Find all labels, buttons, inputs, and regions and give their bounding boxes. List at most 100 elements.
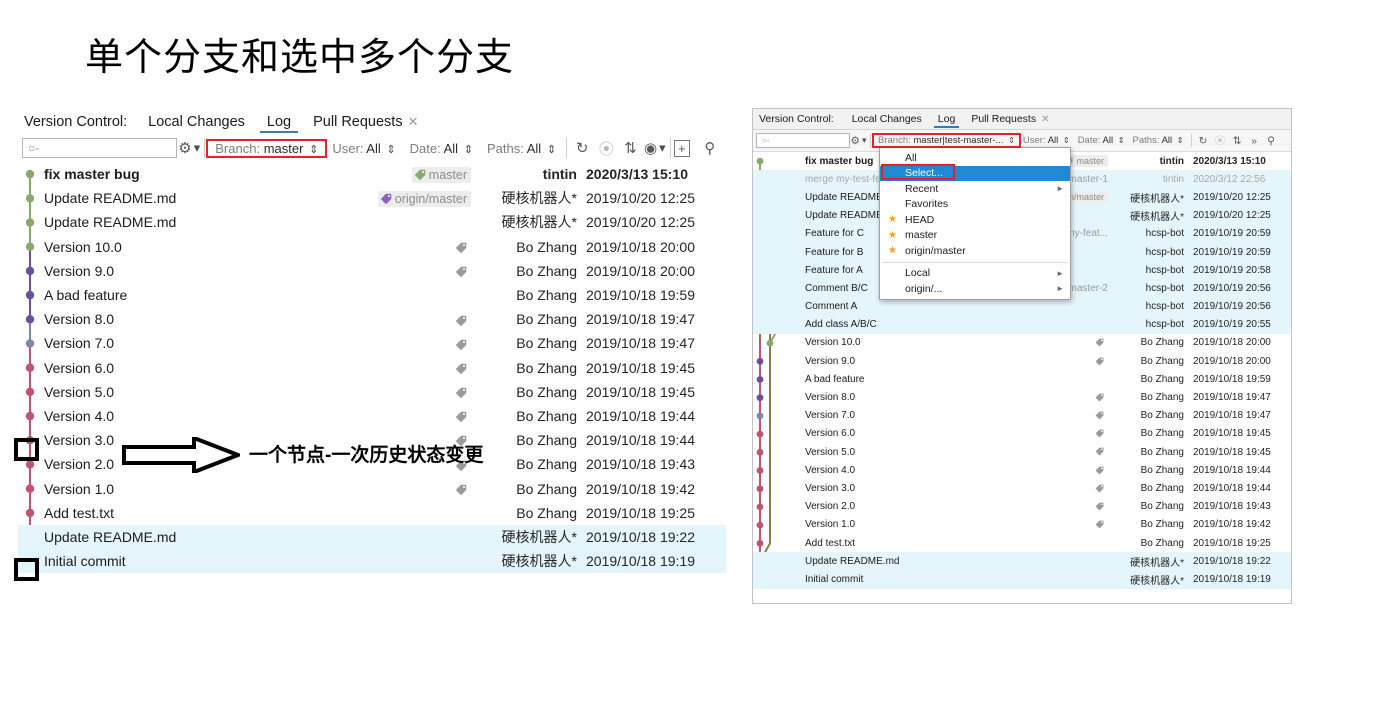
sort-arrows-icon[interactable]: ⇅ (618, 136, 642, 160)
chevron-updown-icon: ⇕ (1176, 136, 1184, 145)
commit-date: 2019/10/18 19:47 (1193, 410, 1271, 422)
search-icon[interactable]: ⚲ (698, 136, 722, 160)
table-row[interactable]: Version 8.0 Bo Zhang 2019/10/18 19:47 (753, 388, 1291, 406)
table-row[interactable]: Version 10.0 Bo Zhang 2019/10/18 20:00 (18, 235, 726, 259)
commit-subject: Comment A (805, 301, 858, 313)
menu-item-origin[interactable]: origin/... ► (880, 281, 1070, 297)
branch-filter-dropdown[interactable]: All Select... Recent ► Favorites ★ HEAD ★ master… (879, 147, 1071, 300)
refresh-icon[interactable]: ↻ (570, 136, 594, 160)
table-row[interactable]: Version 9.0 Bo Zhang 2019/10/18 20:00 (18, 259, 726, 283)
table-row[interactable]: Version 5.0 Bo Zhang 2019/10/18 19:45 (753, 443, 1291, 461)
branch-ref-tag: origin/master (377, 191, 471, 208)
table-row[interactable]: Add test.txt Bo Zhang 2019/10/18 19:25 (18, 501, 726, 525)
branch-filter[interactable]: Branch: master ⇕ (206, 138, 328, 158)
graph-cell (18, 210, 40, 234)
menu-item-head[interactable]: ★ HEAD (880, 212, 1070, 228)
menu-item-favorites[interactable]: Favorites (880, 197, 1070, 213)
chevrons-icon[interactable]: » (1246, 133, 1263, 149)
gear-icon[interactable]: ⚙ ▾ (850, 133, 867, 149)
table-row[interactable]: Version 5.0 Bo Zhang 2019/10/18 19:45 (18, 380, 726, 404)
tab-pull-requests[interactable]: Pull Requests ✕ (302, 111, 429, 133)
new-tab-icon[interactable]: + (673, 139, 690, 157)
menu-item-master[interactable]: ★ master (880, 228, 1070, 244)
paths-filter[interactable]: Paths: All ⇕ (480, 141, 563, 156)
tab-pull-requests[interactable]: Pull Requests ✕ (963, 110, 1057, 129)
table-row[interactable]: Update README.md origin/master 硬核机器人* 2019/… (18, 186, 726, 210)
menu-item-local[interactable]: Local ► (880, 266, 1070, 282)
table-row[interactable]: Comment A hcsp-bot 2019/10/19 20:56 (753, 297, 1291, 316)
close-icon[interactable]: ✕ (408, 114, 419, 129)
commit-refs (321, 408, 471, 424)
menu-item-select[interactable]: Select... (880, 165, 1070, 181)
graph-cell (753, 352, 801, 370)
date-filter[interactable]: Date: All ⇕ (1074, 135, 1129, 146)
table-row[interactable]: A bad feature Bo Zhang 2019/10/18 19:59 (753, 370, 1291, 388)
commit-author: hcsp-bot (1145, 319, 1184, 331)
table-row[interactable]: A bad feature Bo Zhang 2019/10/18 19:59 (18, 283, 726, 307)
commit-author: Bo Zhang (516, 311, 577, 328)
commit-subject: Version 8.0 (805, 392, 856, 404)
table-row[interactable]: Version 6.0 Bo Zhang 2019/10/18 19:45 (753, 425, 1291, 443)
table-row[interactable]: Initial commit 硬核机器人* 2019/10/18 19:19 (753, 570, 1291, 589)
table-row[interactable]: Version 7.0 Bo Zhang 2019/10/18 19:47 (753, 407, 1291, 425)
table-row[interactable]: Version 1.0 Bo Zhang 2019/10/18 19:42 (753, 516, 1291, 534)
table-row[interactable]: Update README.md 硬核机器人* 2019/10/20 12:25 (18, 210, 726, 234)
cherry-pick-icon[interactable]: ⦿ (594, 136, 618, 160)
cherry-pick-icon[interactable]: ⦿ (1212, 133, 1229, 149)
tab-log[interactable]: Log (930, 110, 964, 128)
commit-date: 2019/10/19 20:59 (1193, 246, 1271, 258)
table-row[interactable]: Version 2.0 Bo Zhang 2019/10/18 19:43 (753, 498, 1291, 516)
branch-filter[interactable]: Branch: master|test-master-... ⇕ (872, 133, 1021, 148)
table-row[interactable]: Initial commit 硬核机器人* 2019/10/18 19:19 (18, 549, 726, 574)
commit-log-left[interactable]: fix master bug master tintin 2020/3/13 15:1… (18, 162, 726, 583)
commit-refs (321, 263, 471, 279)
search-input[interactable]: ○‑ (22, 138, 178, 158)
commit-subject: A bad feature (805, 373, 865, 385)
user-filter[interactable]: User: All ⇕ (1019, 135, 1074, 146)
table-row[interactable]: Version 4.0 Bo Zhang 2019/10/18 19:44 (753, 461, 1291, 479)
commit-author: Bo Zhang (1140, 410, 1184, 422)
sort-arrows-icon[interactable]: ⇅ (1229, 133, 1246, 149)
table-row[interactable]: Version 3.0 Bo Zhang 2019/10/18 19:44 (753, 479, 1291, 497)
user-filter[interactable]: User: All ⇕ (325, 141, 402, 156)
table-row[interactable]: Version 6.0 Bo Zhang 2019/10/18 19:45 (18, 356, 726, 380)
paths-filter[interactable]: Paths: All ⇕ (1129, 135, 1188, 146)
tab-local-changes[interactable]: Local Changes (137, 111, 256, 133)
table-row[interactable]: Update README.md 硬核机器人* 2019/10/18 19:22 (753, 552, 1291, 571)
search-icon[interactable]: ⚲ (1263, 133, 1280, 149)
commit-subject: Version 4.0 (44, 407, 115, 424)
graph-cell (753, 534, 801, 552)
commit-author: tintin (1162, 173, 1184, 185)
eye-icon[interactable]: ◉ ▾ (643, 136, 667, 160)
commit-date: 2019/10/18 19:59 (1193, 373, 1271, 385)
table-row[interactable]: Add class A/B/C hcsp-bot 2019/10/19 20:55 (753, 315, 1291, 334)
commit-author: Bo Zhang (516, 383, 577, 400)
commit-refs: origin/master (321, 189, 471, 208)
commit-date: 2019/10/18 19:47 (586, 335, 695, 352)
menu-item-origin-master[interactable]: ★ origin/master (880, 243, 1070, 259)
tab-local-changes[interactable]: Local Changes (844, 110, 930, 128)
tag-icon (1095, 484, 1108, 493)
table-row[interactable]: Add test.txt Bo Zhang 2019/10/18 19:25 (753, 534, 1291, 552)
search-input[interactable]: ○‑ (756, 133, 850, 148)
chevron-updown-icon: ⇕ (546, 143, 557, 156)
table-row[interactable]: Version 1.0 Bo Zhang 2019/10/18 19:42 (18, 476, 726, 500)
table-row[interactable]: fix master bug master tintin 2020/3/13 15:1… (18, 162, 726, 186)
menu-item-recent[interactable]: Recent ► (880, 181, 1070, 197)
close-icon[interactable]: ✕ (1041, 114, 1049, 125)
menu-item-all[interactable]: All (880, 150, 1070, 166)
commit-date: 2020/3/13 15:10 (1193, 155, 1266, 167)
table-row[interactable]: Version 9.0 Bo Zhang 2019/10/18 20:00 (753, 352, 1291, 370)
table-row[interactable]: Update README.md 硬核机器人* 2019/10/18 19:22 (18, 524, 726, 549)
commit-date: 2019/10/18 20:00 (1193, 337, 1271, 349)
tag-icon (455, 315, 471, 327)
table-row[interactable]: Version 10.0 Bo Zhang 2019/10/18 20:00 (753, 334, 1291, 352)
date-filter[interactable]: Date: All ⇕ (403, 141, 480, 156)
refresh-icon[interactable]: ↻ (1195, 133, 1212, 149)
menu-item-label: Select... (905, 167, 943, 180)
gear-icon[interactable]: ⚙ ▾ (177, 136, 201, 160)
tab-log[interactable]: Log (256, 111, 302, 133)
table-row[interactable]: Version 4.0 Bo Zhang 2019/10/18 19:44 (18, 404, 726, 428)
table-row[interactable]: Version 8.0 Bo Zhang 2019/10/18 19:47 (18, 307, 726, 331)
table-row[interactable]: Version 7.0 Bo Zhang 2019/10/18 19:47 (18, 331, 726, 355)
